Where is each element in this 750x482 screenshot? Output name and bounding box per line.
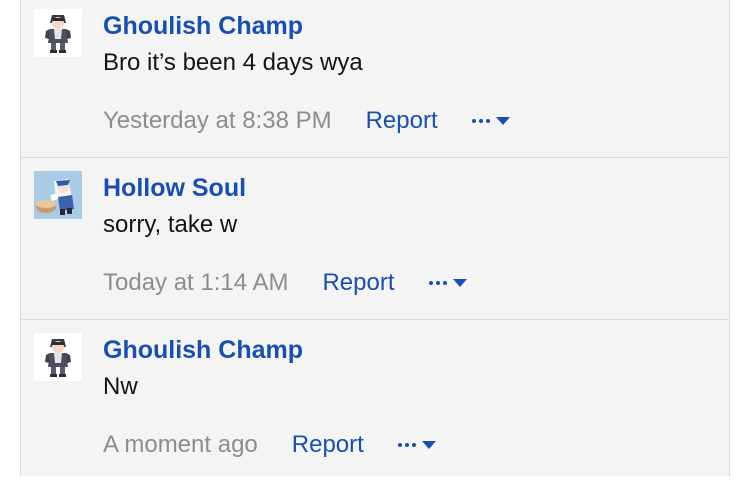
report-link[interactable]: Report [366,107,438,135]
comment-item: Hollow Soul sorry, take w Today at 1:14 … [21,158,729,320]
ghoulish-champ-avatar-icon [34,333,82,381]
comment-thread: Ghoulish Champ Bro it’s been 4 days wya … [20,0,730,476]
timestamp[interactable]: A moment ago [103,431,258,459]
more-actions-button[interactable] [397,430,436,460]
timestamp[interactable]: Yesterday at 8:38 PM [103,107,332,135]
caret-down-icon [452,279,467,287]
author-name[interactable]: Ghoulish Champ [103,336,303,365]
ellipsis-icon [397,443,416,447]
comment-meta: Today at 1:14 AM Report [103,268,467,298]
comment-meta: A moment ago Report [103,430,436,460]
report-link[interactable]: Report [322,269,394,297]
comment-meta: Yesterday at 8:38 PM Report [103,106,510,136]
comment-item: Ghoulish Champ Nw A moment ago Report [21,320,729,482]
author-name[interactable]: Ghoulish Champ [103,12,303,41]
ellipsis-icon [471,119,490,123]
comment-text: Nw [103,373,138,400]
avatar[interactable] [34,9,82,57]
hollow-soul-avatar-icon [34,171,82,219]
comment-text: sorry, take w [103,211,238,238]
more-actions-button[interactable] [428,268,467,298]
author-name[interactable]: Hollow Soul [103,174,246,203]
ghoulish-champ-avatar-icon [34,9,82,57]
timestamp[interactable]: Today at 1:14 AM [103,269,288,297]
ellipsis-icon [428,281,447,285]
more-actions-button[interactable] [471,106,510,136]
avatar[interactable] [34,171,82,219]
comment-item: Ghoulish Champ Bro it’s been 4 days wya … [21,0,729,158]
avatar[interactable] [34,333,82,381]
caret-down-icon [495,117,510,125]
report-link[interactable]: Report [292,431,364,459]
comment-text: Bro it’s been 4 days wya [103,49,363,76]
caret-down-icon [421,441,436,449]
